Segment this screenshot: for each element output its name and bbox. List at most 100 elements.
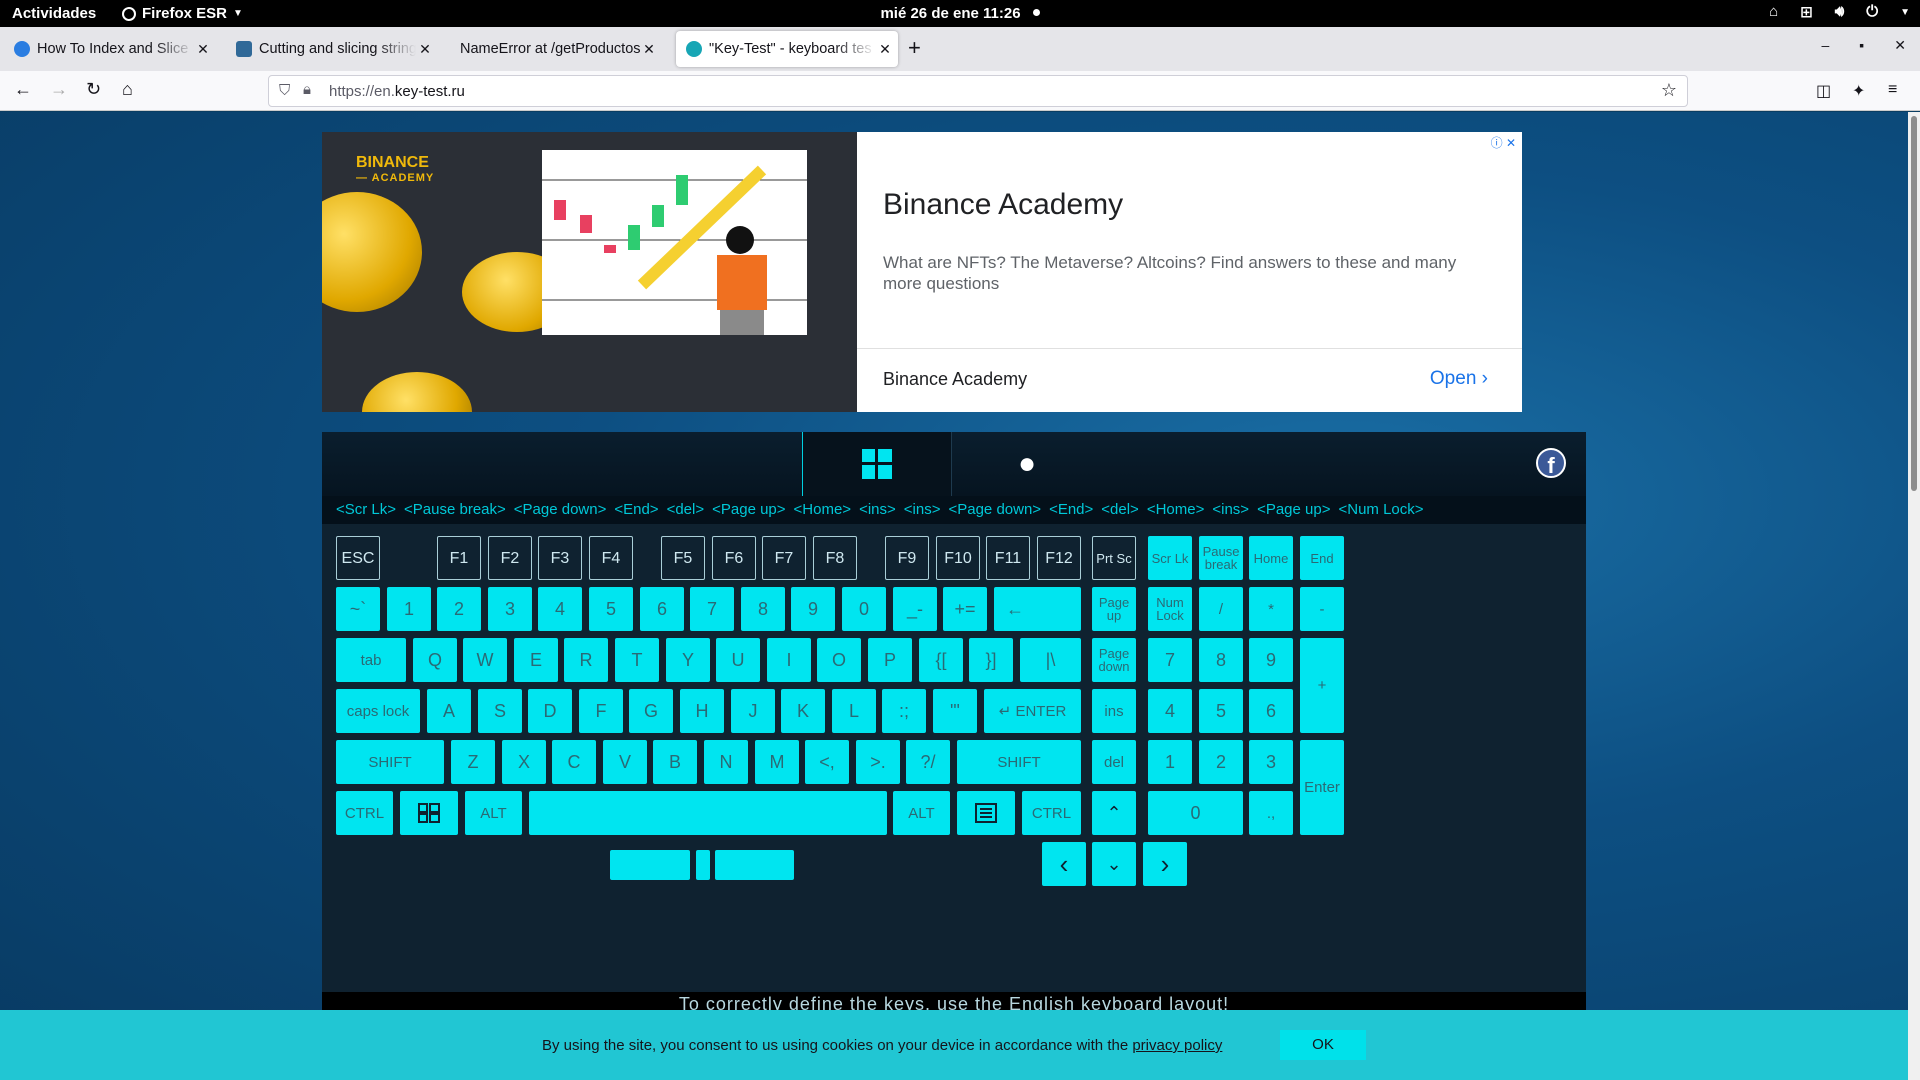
key-num3[interactable]: 3 <box>1249 740 1293 784</box>
tab-key-test[interactable]: "Key-Test" - keyboard tes ✕ <box>676 31 898 67</box>
key-equals[interactable]: + = <box>943 587 987 631</box>
key-u[interactable]: U <box>716 638 760 682</box>
key-f12[interactable]: F12 <box>1037 536 1081 580</box>
url-bar[interactable]: ⛉ 🔒︎ https://en.key-test.ru ☆ <box>268 75 1688 107</box>
key-enter[interactable]: ↵ ENTER <box>984 689 1081 733</box>
key-v[interactable]: V <box>603 740 647 784</box>
page-scrollbar[interactable] <box>1908 112 1920 1080</box>
key-scrlk[interactable]: Scr Lk <box>1148 536 1192 580</box>
key-f[interactable]: F <box>579 689 623 733</box>
key-z[interactable]: Z <box>451 740 495 784</box>
key-semicolon[interactable]: :; <box>882 689 926 733</box>
key-pagedown[interactable]: Page down <box>1092 638 1136 682</box>
key-f4[interactable]: F4 <box>589 536 633 580</box>
key-num1[interactable]: 1 <box>1148 740 1192 784</box>
key-p[interactable]: P <box>868 638 912 682</box>
key-period[interactable]: >. <box>856 740 900 784</box>
key-ins[interactable]: ins <box>1092 689 1136 733</box>
key-capslock[interactable]: caps lock <box>336 689 420 733</box>
key-c[interactable]: C <box>552 740 596 784</box>
key-num5[interactable]: 5 <box>1199 689 1243 733</box>
key-arrow-down[interactable]: ⌄ <box>1092 842 1136 886</box>
key-7[interactable]: 7 <box>690 587 734 631</box>
tab-close-icon[interactable]: ✕ <box>416 41 434 58</box>
key-f6[interactable]: F6 <box>712 536 756 580</box>
key-del[interactable]: del <box>1092 740 1136 784</box>
key-num9[interactable]: 9 <box>1249 638 1293 682</box>
key-menu[interactable] <box>957 791 1015 835</box>
key-numlock[interactable]: Num Lock <box>1148 587 1192 631</box>
key-num2[interactable]: 2 <box>1199 740 1243 784</box>
tab-close-icon[interactable]: ✕ <box>876 41 894 58</box>
key-l[interactable]: L <box>832 689 876 733</box>
key-alt-right[interactable]: ALT <box>893 791 950 835</box>
key-space[interactable] <box>529 791 887 835</box>
key-2[interactable]: 2 <box>437 587 481 631</box>
key-open-bracket[interactable]: {[ <box>919 638 963 682</box>
forward-button[interactable]: → <box>50 79 68 100</box>
url-text[interactable]: https://en.key-test.ru <box>329 83 465 100</box>
cookie-ok-button[interactable]: OK <box>1280 1030 1366 1060</box>
clock[interactable]: mié 26 de ene 11:26 <box>0 5 1920 22</box>
key-arrow-right[interactable]: › <box>1143 842 1187 886</box>
ad-banner[interactable]: BINANCE — ACADEMY ⓘ ✕ Binance Academy Wh… <box>322 132 1522 412</box>
tab-cutting-slicing[interactable]: Cutting and slicing string ✕ <box>226 31 438 67</box>
key-num-dot[interactable]: ., <box>1249 791 1293 835</box>
key-f9[interactable]: F9 <box>885 536 929 580</box>
key-num0[interactable]: 0 <box>1148 791 1243 835</box>
home-button[interactable]: ⌂ <box>122 79 133 100</box>
key-9[interactable]: 9 <box>791 587 835 631</box>
reload-button[interactable]: ↻ <box>86 79 101 100</box>
key-num-enter[interactable]: Enter <box>1300 740 1344 835</box>
key-f11[interactable]: F11 <box>986 536 1030 580</box>
key-ctrl-left[interactable]: CTRL <box>336 791 393 835</box>
key-shift-left[interactable]: SHIFT <box>336 740 444 784</box>
key-alt-left[interactable]: ALT <box>465 791 522 835</box>
back-button[interactable]: ← <box>14 79 32 100</box>
key-0[interactable]: 0 <box>842 587 886 631</box>
key-5[interactable]: 5 <box>589 587 633 631</box>
key-6[interactable]: 6 <box>640 587 684 631</box>
mouse-left-button[interactable] <box>610 850 690 880</box>
key-pageup[interactable]: Page up <box>1092 587 1136 631</box>
key-prtsc[interactable]: Prt Sc <box>1092 536 1136 580</box>
key-minus[interactable]: _ - <box>893 587 937 631</box>
key-f7[interactable]: F7 <box>762 536 806 580</box>
key-num-slash[interactable]: / <box>1199 587 1243 631</box>
key-i[interactable]: I <box>767 638 811 682</box>
key-end[interactable]: End <box>1300 536 1344 580</box>
ad-choices-icon[interactable]: ⓘ ✕ <box>1491 134 1516 151</box>
key-g[interactable]: G <box>629 689 673 733</box>
key-w[interactable]: W <box>463 638 507 682</box>
key-k[interactable]: K <box>781 689 825 733</box>
tab-close-icon[interactable]: ✕ <box>640 41 658 58</box>
key-r[interactable]: R <box>564 638 608 682</box>
key-num7[interactable]: 7 <box>1148 638 1192 682</box>
ad-title[interactable]: Binance Academy <box>883 188 1123 222</box>
key-f3[interactable]: F3 <box>538 536 582 580</box>
apple-tab[interactable]: ● <box>952 432 1102 496</box>
key-o[interactable]: O <box>817 638 861 682</box>
privacy-policy-link[interactable]: privacy policy <box>1132 1037 1222 1054</box>
key-y[interactable]: Y <box>666 638 710 682</box>
tab-nameerror[interactable]: NameError at /getProductos/ ✕ <box>448 31 662 67</box>
key-win[interactable] <box>400 791 458 835</box>
ad-open-button[interactable]: Open › <box>1430 368 1488 390</box>
pocket-icon[interactable]: ◫ <box>1816 81 1831 101</box>
key-arrow-up[interactable]: ⌃ <box>1092 791 1136 835</box>
new-tab-button[interactable]: + <box>908 35 921 61</box>
minimize-button[interactable]: – <box>1822 37 1830 54</box>
key-esc[interactable]: ESC <box>336 536 380 580</box>
tab-how-to-index[interactable]: How To Index and Slice St ✕ <box>4 31 216 67</box>
key-b[interactable]: B <box>653 740 697 784</box>
key-f10[interactable]: F10 <box>936 536 980 580</box>
key-backspace[interactable]: ← <box>994 587 1081 631</box>
key-num-star[interactable]: * <box>1249 587 1293 631</box>
key-4[interactable]: 4 <box>538 587 582 631</box>
maximize-button[interactable]: ▪ <box>1859 37 1864 54</box>
key-1[interactable]: 1 <box>387 587 431 631</box>
bookmark-star-icon[interactable]: ☆ <box>1661 80 1677 101</box>
key-q[interactable]: Q <box>413 638 457 682</box>
key-arrow-left[interactable]: ‹ <box>1042 842 1086 886</box>
ad-text-area[interactable]: ⓘ ✕ Binance Academy What are NFTs? The M… <box>857 132 1522 412</box>
